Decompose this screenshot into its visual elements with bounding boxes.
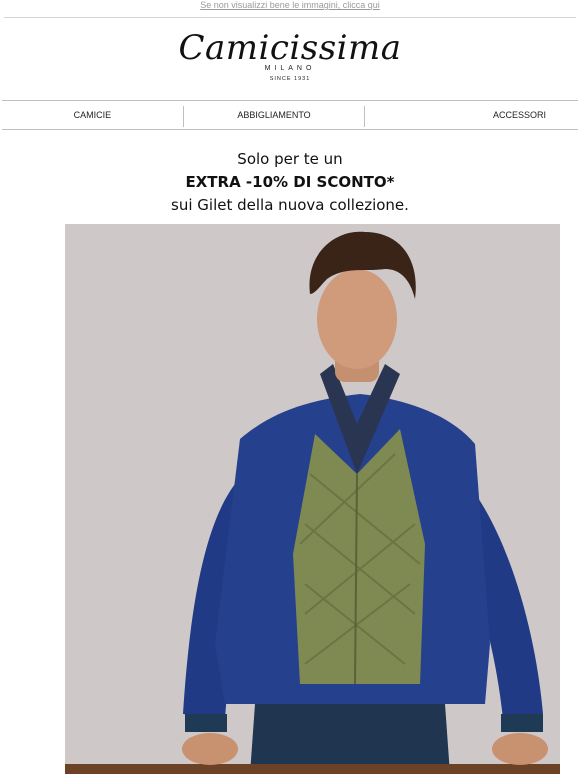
model-illustration (65, 224, 560, 774)
promo-line-1: Solo per te un (237, 150, 343, 168)
main-nav: CAMICIE ABBIGLIAMENTO ACCESSORI (2, 100, 578, 130)
brand-since: SINCE 1931 (269, 76, 311, 82)
brand-logo[interactable]: Camicissima MILANO SINCE 1931 (0, 28, 580, 82)
nav-item-abbigliamento[interactable]: ABBIGLIAMENTO (184, 101, 365, 129)
nav-item-accessori[interactable]: ACCESSORI (365, 101, 578, 129)
brand-name: Camicissima (178, 28, 402, 68)
divider (4, 17, 576, 18)
hero-image[interactable] (65, 224, 560, 774)
promo-text: Solo per te un EXTRA -10% DI SCONTO* sui… (0, 148, 580, 217)
nav-item-camicie[interactable]: CAMICIE (2, 101, 183, 129)
brand-city: MILANO (264, 65, 316, 72)
promo-line-3: sui Gilet della nuova collezione. (171, 196, 409, 214)
preheader: Se non visualizzi bene le immagini, clic… (0, 0, 580, 14)
promo-headline: EXTRA -10% DI SCONTO* (185, 173, 395, 191)
view-in-browser-link[interactable]: Se non visualizzi bene le immagini, clic… (200, 0, 380, 10)
